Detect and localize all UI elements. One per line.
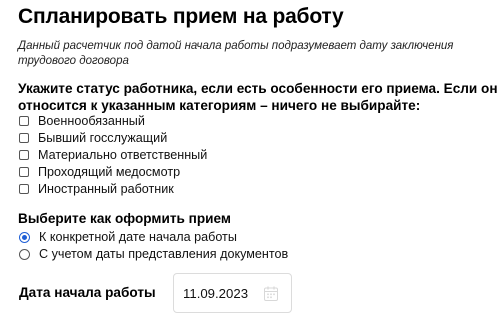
- hiring-mode-option-label: К конкретной дате начала работы: [39, 230, 237, 244]
- status-option-foreign-worker[interactable]: Иностранный работник: [19, 181, 174, 197]
- status-option-former-civil-servant[interactable]: Бывший госслужащий: [19, 130, 167, 146]
- start-date-label: Дата начала работы: [19, 285, 156, 300]
- checkbox[interactable]: [19, 133, 29, 143]
- start-date-input[interactable]: 11.09.2023: [173, 273, 292, 313]
- status-option-label: Иностранный работник: [38, 182, 174, 196]
- employee-status-question-line2: относится к указанным категориям – ничег…: [18, 98, 421, 113]
- checkbox[interactable]: [19, 116, 29, 126]
- status-option-label: Проходящий медосмотр: [38, 165, 181, 179]
- page-title: Спланировать прием на работу: [18, 5, 344, 28]
- start-date-value: 11.09.2023: [183, 286, 249, 301]
- status-option-label: Бывший госслужащий: [38, 131, 168, 145]
- checkbox[interactable]: [19, 167, 29, 177]
- radio-button[interactable]: [19, 248, 30, 260]
- hiring-mode-option-documents-date[interactable]: С учетом даты представления документов: [19, 246, 288, 262]
- status-option-medical-exam[interactable]: Проходящий медосмотр: [19, 164, 180, 180]
- checkbox[interactable]: [19, 184, 29, 194]
- status-option-financially-responsible[interactable]: Материально ответственный: [19, 147, 207, 163]
- status-option-military[interactable]: Военнообязанный: [19, 113, 145, 129]
- employee-status-question-line1: Укажите статус работника, если есть особ…: [18, 81, 500, 96]
- hiring-mode-option-specific-date[interactable]: К конкретной дате начала работы: [19, 229, 237, 245]
- checkbox[interactable]: [19, 150, 29, 160]
- status-option-label: Материально ответственный: [38, 148, 208, 162]
- hiring-mode-option-label: С учетом даты представления документов: [39, 247, 289, 261]
- calendar-icon[interactable]: [264, 286, 278, 301]
- radio-button-selected[interactable]: [19, 231, 30, 243]
- employee-status-question: Укажите статус работника, если есть особ…: [18, 80, 500, 114]
- status-option-label: Военнообязанный: [38, 114, 145, 128]
- hiring-mode-question: Выберите как оформить прием: [18, 211, 231, 226]
- page-note: Данный расчетчик под датой начала работы…: [18, 40, 454, 67]
